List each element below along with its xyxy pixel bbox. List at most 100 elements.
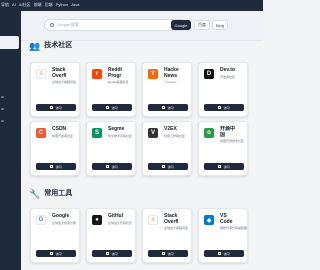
visit-button-label: 访问 <box>223 251 230 256</box>
site-name-line2: Overfl <box>164 219 179 225</box>
sidebar-item-icon[interactable] <box>1 120 4 122</box>
visit-button[interactable]: 访问 <box>92 163 132 170</box>
external-link-icon <box>50 106 54 109</box>
site-description: 全球最大代码托管 <box>108 221 133 225</box>
nav-link-ai-community[interactable]: AI社区 <box>19 2 31 8</box>
site-card[interactable]: ≡ Stack Overfl 全球最大编程问答 访问 <box>142 208 192 263</box>
top-navigation-bar: 导航 AI AI社区 前端 后端 Python Java <box>0 0 263 11</box>
site-description: 中文技术问答社区 <box>108 134 133 138</box>
site-card[interactable]: D Dev.to 开发者社区访问 <box>198 62 248 117</box>
visit-button-label: 访问 <box>111 251 118 256</box>
engine-button-baidu[interactable]: 百度 <box>194 20 210 30</box>
site-card[interactable]: S Segme 中文技术问答社区 访问 <box>86 121 136 176</box>
nav-link-frontend[interactable]: 前端 <box>34 2 42 8</box>
external-link-icon <box>218 106 222 109</box>
site-card[interactable]: Y Hacke News Y Combi… 访问 <box>142 62 192 117</box>
site-description: 微软开源代码编辑器 <box>220 226 247 230</box>
site-card[interactable]: o 开源中国中国开源技术社区 访问 <box>198 121 248 176</box>
visit-button-label: 访问 <box>167 105 174 110</box>
people-icon: 👥 <box>29 41 41 51</box>
top-nav-links: 导航 AI AI社区 前端 后端 Python Java <box>1 2 79 8</box>
site-description: 中国开发者社区 <box>52 134 74 138</box>
section-header-tools: 🔧 常用工具 <box>29 189 72 199</box>
visit-button-label: 访问 <box>223 105 230 110</box>
search-bar-row: Google 搜索 Google 百度 Bing <box>21 11 263 41</box>
sidebar-item-icon[interactable] <box>1 96 4 98</box>
site-logo-icon: ◆ <box>204 215 214 225</box>
site-description: Reddit编程社区 <box>108 80 129 84</box>
site-logo-icon: ● <box>92 215 102 225</box>
visit-button-label: 访问 <box>111 164 118 169</box>
sidebar <box>0 11 21 270</box>
site-name: CSDN <box>52 126 67 132</box>
external-link-icon <box>162 165 166 168</box>
site-card[interactable]: ≡ Stack Overfl 全球最大编程问答 访问 <box>30 62 80 117</box>
visit-button[interactable]: 访问 <box>204 163 244 170</box>
section-title: 技术社区 <box>44 42 73 49</box>
visit-button[interactable]: 访问 <box>148 163 188 170</box>
sidebar-item-icon[interactable] <box>1 108 4 110</box>
site-description: 开发者社区 <box>220 75 236 79</box>
site-description: Y Combi… <box>164 80 179 84</box>
site-name-line2: Progr <box>108 73 122 79</box>
site-logo-icon: S <box>92 128 102 138</box>
nav-link-python[interactable]: Python <box>56 2 68 8</box>
site-logo-icon: G <box>36 215 46 225</box>
external-link-icon <box>50 252 54 255</box>
site-description: 全球最大编程问答 <box>164 226 189 230</box>
site-name-line2: News <box>164 73 178 79</box>
wrench-icon: 🔧 <box>29 189 41 199</box>
visit-button[interactable]: 访问 <box>92 250 132 257</box>
sidebar-active-item[interactable] <box>0 36 19 49</box>
site-name: Segme <box>108 126 125 132</box>
visit-button[interactable]: 访问 <box>36 250 76 257</box>
site-name: Dev.to <box>220 67 235 73</box>
engine-button-google[interactable]: Google <box>171 20 191 30</box>
site-name-line2: Code <box>220 219 233 225</box>
site-card[interactable]: C CSDN 中国开发者社区 访问 <box>30 121 80 176</box>
external-link-icon <box>106 252 110 255</box>
engine-button-bing[interactable]: Bing <box>212 20 228 30</box>
visit-button[interactable]: 访问 <box>36 104 76 111</box>
site-card[interactable]: r Reddi Progr Reddit编程社区 访问 <box>86 62 136 117</box>
site-description: 中国开源技术社区 <box>220 139 245 143</box>
site-card[interactable]: ◆ VS Code 微软开源代码编辑器 访问 <box>198 208 248 263</box>
site-logo-icon: C <box>36 128 46 138</box>
external-link-icon <box>162 106 166 109</box>
external-link-icon <box>162 252 166 255</box>
site-name: V2EX <box>164 126 177 132</box>
section-header-community: 👥 技术社区 <box>29 41 72 51</box>
nav-link-backend[interactable]: 后端 <box>45 2 53 8</box>
visit-button-label: 访问 <box>111 105 118 110</box>
visit-button-label: 访问 <box>55 251 62 256</box>
site-logo-icon: Y <box>148 69 158 79</box>
visit-button[interactable]: 访问 <box>148 104 188 111</box>
site-card[interactable]: V V2EX 创意工作者社区访问 <box>142 121 192 176</box>
visit-button-label: 访问 <box>55 105 62 110</box>
visit-button[interactable]: 访问 <box>204 104 244 111</box>
search-icon <box>50 23 54 27</box>
site-logo-icon: V <box>148 128 158 138</box>
site-description: 创意工作者社区 <box>164 134 186 138</box>
site-logo-icon: o <box>204 128 214 138</box>
site-logo-icon: ≡ <box>36 69 46 79</box>
site-name: GitHul <box>108 213 123 219</box>
site-name-line2: Overfl <box>52 73 67 79</box>
site-name: Google <box>52 213 70 219</box>
visit-button[interactable]: 访问 <box>92 104 132 111</box>
site-name-line2: 国 <box>220 132 226 138</box>
site-description: 全球最大编程问答 <box>52 80 77 84</box>
nav-link-home[interactable]: 导航 <box>1 2 9 8</box>
search-placeholder: Google 搜索 <box>57 22 80 27</box>
nav-link-ai[interactable]: AI <box>12 2 16 8</box>
visit-button[interactable]: 访问 <box>148 250 188 257</box>
site-card[interactable]: G Google 全球最大搜索引擎 访问 <box>30 208 80 263</box>
visit-button[interactable]: 访问 <box>204 250 244 257</box>
nav-link-java[interactable]: Java <box>71 2 79 8</box>
search-input[interactable]: Google 搜索 <box>44 19 187 31</box>
site-card[interactable]: ● GitHul 全球最大代码托管 访问 <box>86 208 136 263</box>
section-title: 常用工具 <box>44 190 73 197</box>
visit-button-label: 访问 <box>55 164 62 169</box>
site-logo-icon: D <box>204 69 214 79</box>
visit-button[interactable]: 访问 <box>36 163 76 170</box>
